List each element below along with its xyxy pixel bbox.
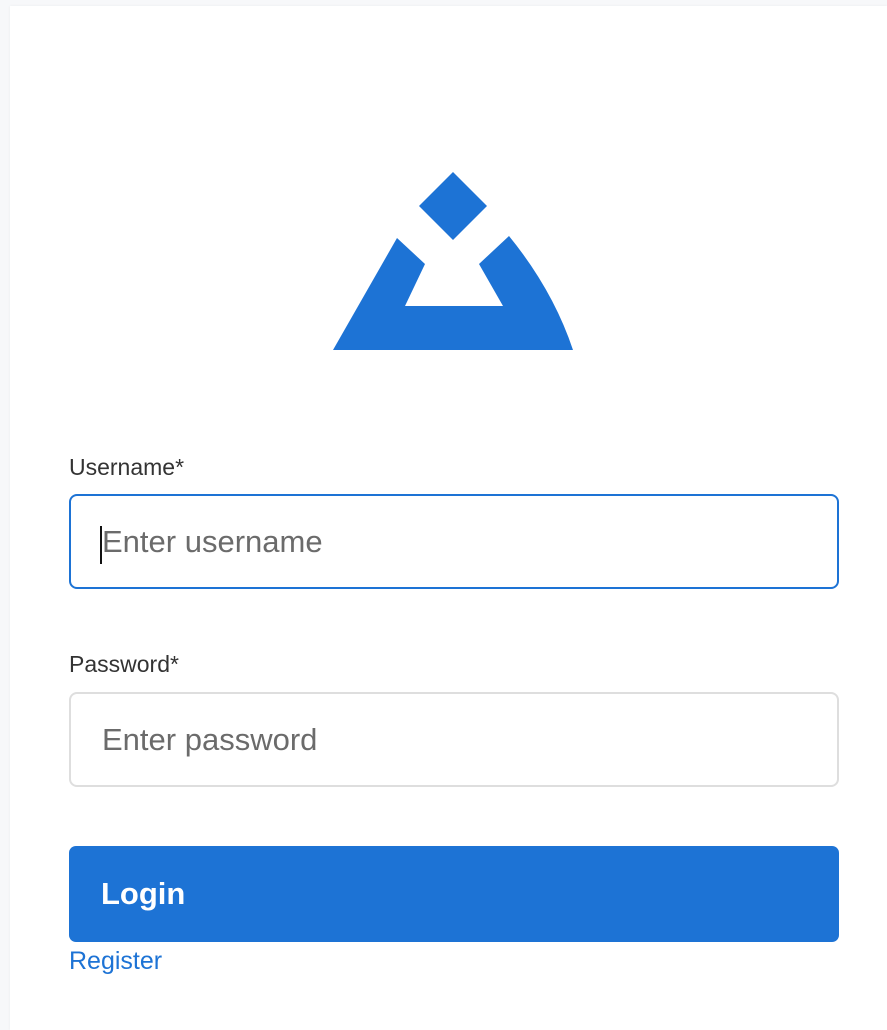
- username-field[interactable]: [69, 494, 839, 589]
- username-label: Username*: [69, 454, 185, 480]
- password-label: Password*: [69, 651, 179, 677]
- login-button[interactable]: Login: [69, 846, 839, 942]
- register-link[interactable]: Register: [69, 946, 162, 976]
- login-card: Username* Password* Login Register: [10, 6, 887, 1030]
- brand-logo-icon: [333, 172, 573, 350]
- password-field[interactable]: [69, 692, 839, 787]
- text-cursor: [100, 526, 102, 564]
